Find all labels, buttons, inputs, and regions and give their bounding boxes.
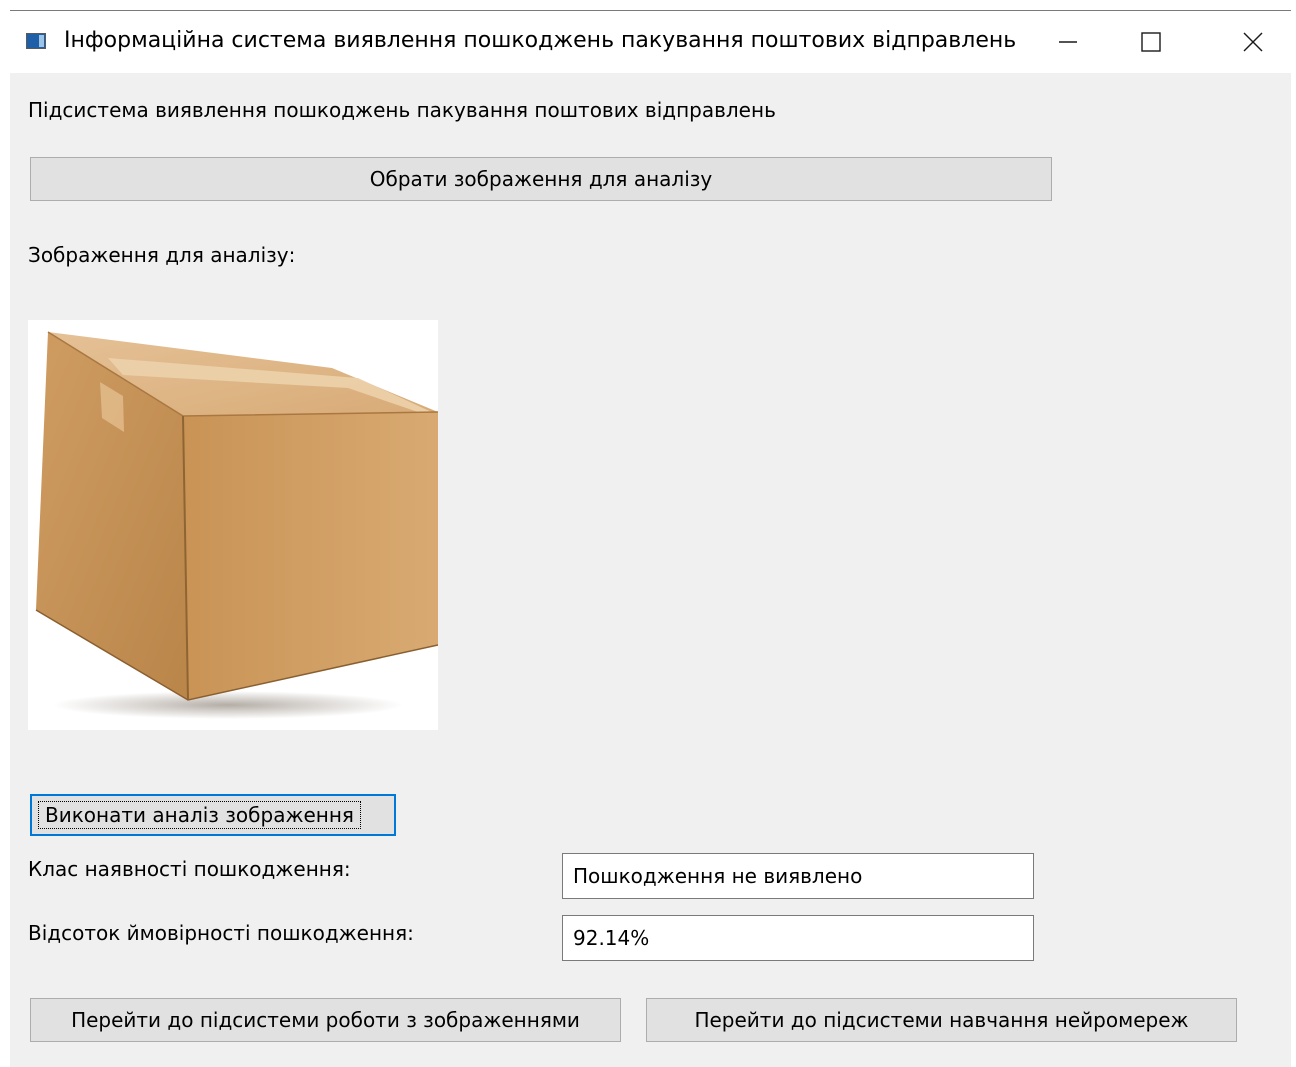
damage-class-label: Клас наявності пошкодження: bbox=[28, 857, 351, 881]
subsystem-heading: Підсистема виявлення пошкоджень пакуванн… bbox=[28, 98, 776, 122]
probability-label: Відсоток ймовірності пошкодження: bbox=[28, 921, 414, 945]
app-window-icon bbox=[26, 33, 46, 49]
damage-class-field[interactable]: Пошкодження не виявлено bbox=[562, 853, 1034, 899]
probability-field[interactable]: 92.14% bbox=[562, 915, 1034, 961]
analysis-image bbox=[28, 320, 439, 730]
analyze-image-button-label: Виконати аналіз зображення bbox=[38, 801, 361, 829]
close-icon bbox=[1243, 32, 1263, 52]
goto-images-subsystem-button[interactable]: Перейти до підсистеми роботи з зображенн… bbox=[30, 998, 621, 1042]
minimize-icon bbox=[1059, 41, 1077, 43]
analyze-image-button[interactable]: Виконати аналіз зображення bbox=[30, 794, 396, 836]
close-button[interactable] bbox=[1225, 21, 1281, 63]
select-image-button[interactable]: Обрати зображення для аналізу bbox=[30, 157, 1052, 201]
maximize-icon bbox=[1141, 32, 1161, 52]
cardboard-box-image bbox=[35, 331, 439, 719]
title-bar[interactable]: Інформаційна система виявлення пошкоджен… bbox=[10, 11, 1291, 73]
window-title: Інформаційна система виявлення пошкоджен… bbox=[64, 28, 1017, 53]
maximize-button[interactable] bbox=[1123, 21, 1179, 63]
main-window: Інформаційна система виявлення пошкоджен… bbox=[10, 10, 1291, 1067]
image-label: Зображення для аналізу: bbox=[28, 243, 296, 267]
minimize-button[interactable] bbox=[1040, 21, 1096, 63]
goto-training-subsystem-button[interactable]: Перейти до підсистеми навчання нейромере… bbox=[646, 998, 1237, 1042]
